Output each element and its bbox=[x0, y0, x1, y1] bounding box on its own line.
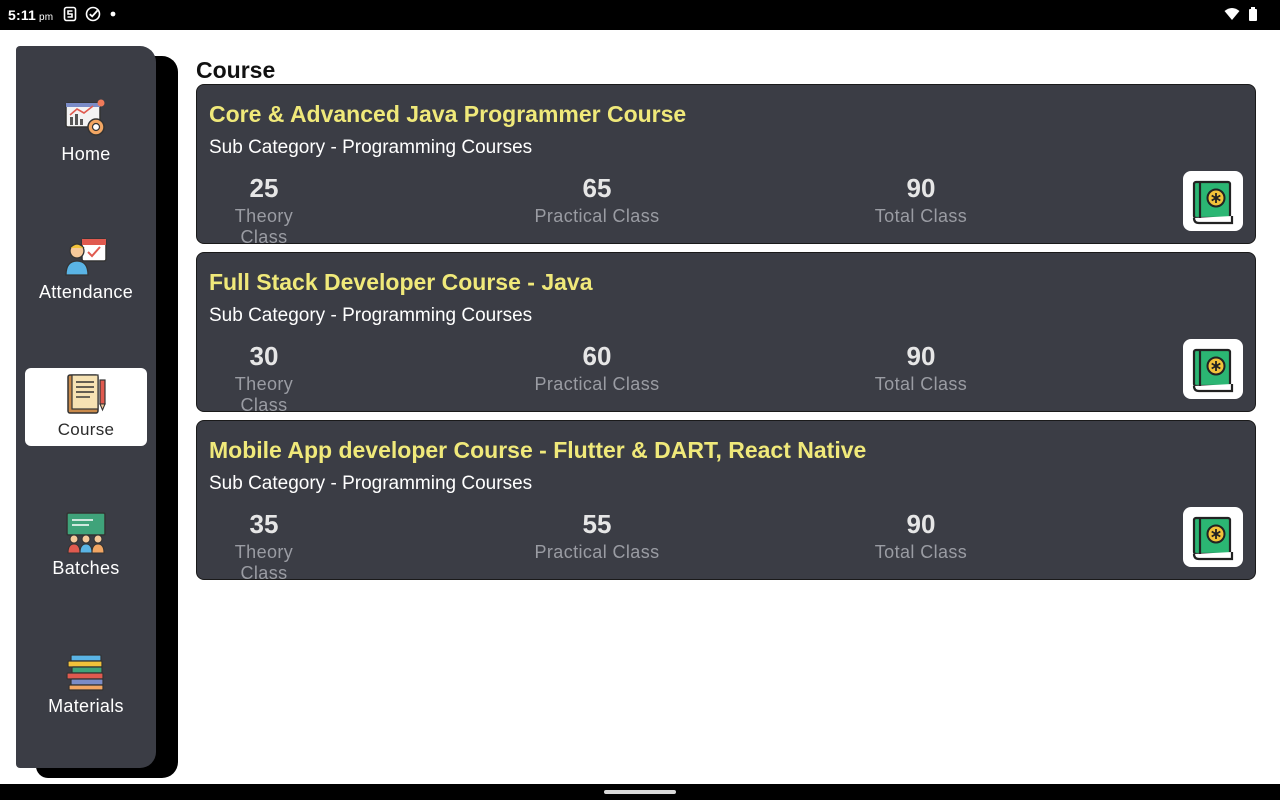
total-class-label: Total Class bbox=[874, 374, 968, 394]
course-card[interactable]: Mobile App developer Course - Flutter & … bbox=[196, 420, 1256, 583]
theory-class-value: 25 bbox=[249, 173, 279, 203]
total-class-value: 90 bbox=[906, 341, 936, 371]
status-time: 5:11 pm bbox=[8, 7, 53, 23]
total-class-stat: 90 Total Class bbox=[873, 341, 969, 395]
sidebar-item-batches[interactable]: Batches bbox=[25, 506, 147, 584]
wifi-icon bbox=[1224, 8, 1240, 20]
theory-class-label: Theory Class bbox=[234, 542, 294, 583]
books-stack-icon bbox=[63, 648, 109, 694]
course-book-icon bbox=[63, 372, 109, 418]
course-book-button[interactable] bbox=[1183, 507, 1243, 567]
total-class-label: Total Class bbox=[874, 206, 968, 226]
practical-class-stat: 65 Practical Class bbox=[533, 173, 661, 227]
dashboard-chart-icon bbox=[63, 96, 109, 142]
practical-class-label: Practical Class bbox=[534, 542, 660, 562]
theory-class-stat: 25 Theory Class bbox=[209, 173, 319, 248]
practical-class-stat: 60 Practical Class bbox=[533, 341, 661, 395]
check-circle-icon bbox=[85, 6, 101, 22]
total-class-stat: 90 Total Class bbox=[873, 509, 969, 563]
sidebar-item-label: Attendance bbox=[38, 282, 134, 302]
practical-class-stat: 55 Practical Class bbox=[533, 509, 661, 563]
classroom-batches-icon bbox=[63, 510, 109, 556]
course-card[interactable]: Full Stack Developer Course - Java Sub C… bbox=[196, 252, 1256, 415]
system-nav-bar bbox=[0, 784, 1280, 800]
status-system-icons bbox=[1224, 7, 1258, 21]
sidebar-item-course[interactable]: Course bbox=[25, 368, 147, 446]
sidebar-item-label: Batches bbox=[52, 558, 120, 578]
status-time-ampm: pm bbox=[39, 12, 54, 23]
course-title: Full Stack Developer Course - Java bbox=[209, 269, 593, 295]
sidebar: Home Attendance Course Batches Materials bbox=[16, 46, 156, 768]
green-book-icon bbox=[1192, 516, 1234, 561]
total-class-value: 90 bbox=[906, 173, 936, 203]
green-book-icon bbox=[1192, 348, 1234, 393]
practical-class-value: 55 bbox=[582, 509, 612, 539]
battery-icon bbox=[1249, 7, 1257, 21]
sidebar-item-label: Home bbox=[61, 144, 111, 164]
course-title: Mobile App developer Course - Flutter & … bbox=[209, 437, 867, 463]
page-title: Course bbox=[196, 57, 276, 83]
sidebar-item-home[interactable]: Home bbox=[25, 92, 147, 170]
status-time-value: 5:11 bbox=[8, 7, 37, 23]
dot-icon bbox=[110, 11, 116, 17]
home-gesture-handle[interactable] bbox=[604, 790, 676, 794]
course-title: Core & Advanced Java Programmer Course bbox=[209, 101, 687, 127]
practical-class-value: 65 bbox=[582, 173, 612, 203]
sidebar-item-materials[interactable]: Materials bbox=[25, 644, 147, 722]
course-sub-category: Sub Category - Programming Courses bbox=[209, 137, 533, 158]
course-book-button[interactable] bbox=[1183, 171, 1243, 231]
theory-class-value: 35 bbox=[249, 509, 279, 539]
s-notification-icon bbox=[63, 6, 77, 22]
green-book-icon bbox=[1192, 180, 1234, 225]
total-class-label: Total Class bbox=[874, 542, 968, 562]
sidebar-item-label: Course bbox=[57, 420, 115, 439]
theory-class-stat: 30 Theory Class bbox=[209, 341, 319, 416]
total-class-value: 90 bbox=[906, 509, 936, 539]
status-notification-icons bbox=[63, 6, 117, 22]
total-class-stat: 90 Total Class bbox=[873, 173, 969, 227]
sidebar-item-label: Materials bbox=[48, 696, 124, 716]
course-card[interactable]: Core & Advanced Java Programmer Course S… bbox=[196, 84, 1256, 247]
course-sub-category: Sub Category - Programming Courses bbox=[209, 473, 533, 494]
status-bar: 5:11 pm bbox=[0, 0, 1280, 30]
practical-class-label: Practical Class bbox=[534, 206, 660, 226]
practical-class-value: 60 bbox=[582, 341, 612, 371]
course-book-button[interactable] bbox=[1183, 339, 1243, 399]
practical-class-label: Practical Class bbox=[534, 374, 660, 394]
theory-class-value: 30 bbox=[249, 341, 279, 371]
theory-class-label: Theory Class bbox=[234, 374, 294, 415]
theory-class-label: Theory Class bbox=[234, 206, 294, 247]
sidebar-item-attendance[interactable]: Attendance bbox=[25, 230, 147, 308]
attendance-calendar-icon bbox=[63, 234, 109, 280]
course-sub-category: Sub Category - Programming Courses bbox=[209, 305, 533, 326]
theory-class-stat: 35 Theory Class bbox=[209, 509, 319, 584]
